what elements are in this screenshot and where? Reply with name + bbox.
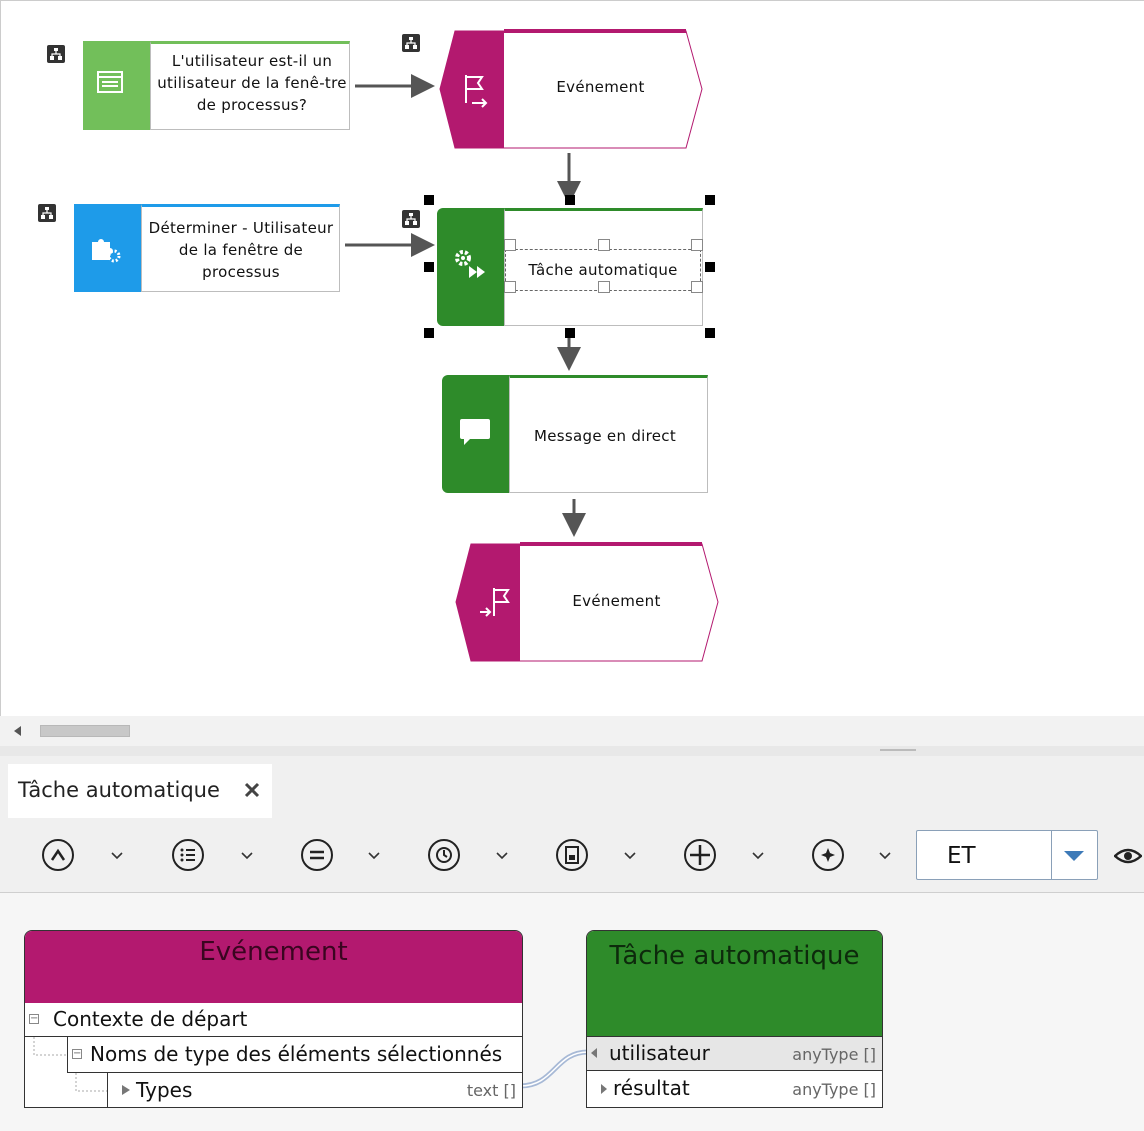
message-node[interactable]: Message en direct bbox=[442, 375, 708, 493]
assignment-icon[interactable] bbox=[402, 34, 420, 52]
start-event-node[interactable]: Evénement bbox=[438, 29, 704, 150]
model-canvas[interactable]: L'utilisateur est-il un utilisateur de l… bbox=[0, 0, 1144, 716]
rule-node[interactable]: L'utilisateur est-il un utilisateur de l… bbox=[83, 41, 350, 130]
document-button[interactable] bbox=[556, 839, 588, 871]
message-node-sidebar bbox=[442, 375, 509, 493]
input-arrow-icon bbox=[591, 1048, 597, 1058]
resize-handle[interactable] bbox=[565, 328, 575, 338]
tab-automatic-task[interactable]: Tâche automatique bbox=[8, 764, 272, 818]
event-mapping-box[interactable]: Evénement − Contexte de départ − Noms de… bbox=[24, 930, 523, 1108]
function-label: Déterminer - Utilisateur de la fenêtre d… bbox=[148, 219, 334, 281]
rule-label: L'utilisateur est-il un utilisateur de l… bbox=[157, 52, 347, 114]
function-node[interactable]: Déterminer - Utilisateur de la fenêtre d… bbox=[74, 204, 340, 292]
equals-button[interactable] bbox=[301, 839, 333, 871]
resize-handle[interactable] bbox=[424, 262, 434, 272]
assignment-icon[interactable] bbox=[402, 210, 420, 228]
task-mapping-box[interactable]: Tâche automatique utilisateur anyType []… bbox=[586, 930, 883, 1108]
panel-splitter[interactable] bbox=[0, 746, 1144, 756]
scroll-left-icon[interactable] bbox=[14, 726, 22, 736]
assignment-icon[interactable] bbox=[47, 45, 65, 63]
chevron-down-icon[interactable] bbox=[496, 851, 508, 861]
text-handle[interactable] bbox=[598, 239, 610, 251]
text-handle[interactable] bbox=[598, 281, 610, 293]
operator-select-value: ET bbox=[947, 843, 976, 869]
start-event-label: Evénement bbox=[556, 78, 645, 96]
chevron-down-icon[interactable] bbox=[879, 851, 891, 861]
automatic-task-icon bbox=[455, 250, 485, 278]
parameter-label: utilisateur bbox=[609, 1041, 710, 1065]
assignment-icon[interactable] bbox=[38, 204, 56, 222]
tab-label: Tâche automatique bbox=[18, 778, 220, 802]
text-handle[interactable] bbox=[504, 239, 516, 251]
parameter-type: anyType [] bbox=[792, 1045, 876, 1064]
tree-row-label: Contexte de départ bbox=[53, 1007, 248, 1031]
resize-handle[interactable] bbox=[705, 195, 715, 205]
parameter-label: résultat bbox=[613, 1076, 690, 1100]
end-event-icon bbox=[480, 588, 510, 617]
rule-icon bbox=[97, 71, 123, 93]
chevron-down-icon[interactable] bbox=[111, 851, 123, 861]
text-handle[interactable] bbox=[691, 239, 703, 251]
function-icon bbox=[92, 239, 121, 263]
toolbar: ET bbox=[0, 818, 1144, 893]
event-box-title: Evénement bbox=[199, 937, 348, 967]
collapse-icon[interactable]: − bbox=[29, 1014, 39, 1024]
eye-icon[interactable] bbox=[1114, 846, 1142, 866]
operator-select[interactable]: ET bbox=[916, 830, 1098, 880]
tree-row-label: Noms de type des éléments sélectionnés bbox=[90, 1042, 503, 1066]
output-arrow-icon bbox=[601, 1084, 607, 1094]
task-box-title: Tâche automatique bbox=[609, 941, 860, 971]
close-icon[interactable] bbox=[244, 782, 260, 798]
tree-row[interactable]: − Noms de type des éléments sélectionnés bbox=[67, 1037, 522, 1073]
resize-handle[interactable] bbox=[565, 195, 575, 205]
list-button[interactable] bbox=[172, 839, 204, 871]
chevron-down-icon[interactable] bbox=[368, 851, 380, 861]
clock-button[interactable] bbox=[428, 839, 460, 871]
message-label: Message en direct bbox=[534, 427, 676, 445]
tree-row[interactable]: − Contexte de départ bbox=[25, 1003, 522, 1037]
function-node-sidebar bbox=[74, 204, 141, 292]
add-button[interactable] bbox=[684, 839, 716, 871]
start-event-icon bbox=[465, 75, 488, 108]
navigate-up-button[interactable] bbox=[42, 839, 74, 871]
chevron-down-icon[interactable] bbox=[1063, 850, 1085, 862]
automatic-task-node[interactable]: Tâche automatique bbox=[437, 208, 703, 326]
end-event-label: Evénement bbox=[572, 592, 661, 610]
text-handle[interactable] bbox=[691, 281, 703, 293]
message-icon bbox=[460, 419, 490, 445]
resize-handle[interactable] bbox=[705, 262, 715, 272]
automatic-task-label[interactable]: Tâche automatique bbox=[505, 259, 701, 281]
tree-row-label: Types bbox=[136, 1078, 193, 1102]
chevron-down-icon[interactable] bbox=[241, 851, 253, 861]
horizontal-scrollbar[interactable] bbox=[0, 716, 1144, 747]
resize-handle[interactable] bbox=[424, 195, 434, 205]
tree-row-type: text [] bbox=[466, 1081, 516, 1100]
parameter-row[interactable]: utilisateur anyType [] bbox=[587, 1036, 882, 1071]
scroll-thumb[interactable] bbox=[40, 725, 130, 737]
resize-handle[interactable] bbox=[424, 328, 434, 338]
expand-icon[interactable] bbox=[122, 1085, 130, 1095]
text-handle[interactable] bbox=[504, 281, 516, 293]
rule-node-sidebar bbox=[83, 41, 150, 130]
parameter-row[interactable]: résultat anyType [] bbox=[587, 1071, 882, 1108]
data-mapping-panel[interactable]: Evénement − Contexte de départ − Noms de… bbox=[0, 893, 1144, 1131]
resize-handle[interactable] bbox=[705, 328, 715, 338]
chevron-down-icon[interactable] bbox=[624, 851, 636, 861]
parameter-type: anyType [] bbox=[792, 1080, 876, 1099]
task-node-sidebar bbox=[437, 208, 504, 326]
tree-row[interactable]: Types text [] bbox=[107, 1073, 522, 1108]
end-event-node[interactable]: Evénement bbox=[454, 542, 720, 663]
sparkle-button[interactable] bbox=[812, 839, 844, 871]
chevron-down-icon[interactable] bbox=[752, 851, 764, 861]
